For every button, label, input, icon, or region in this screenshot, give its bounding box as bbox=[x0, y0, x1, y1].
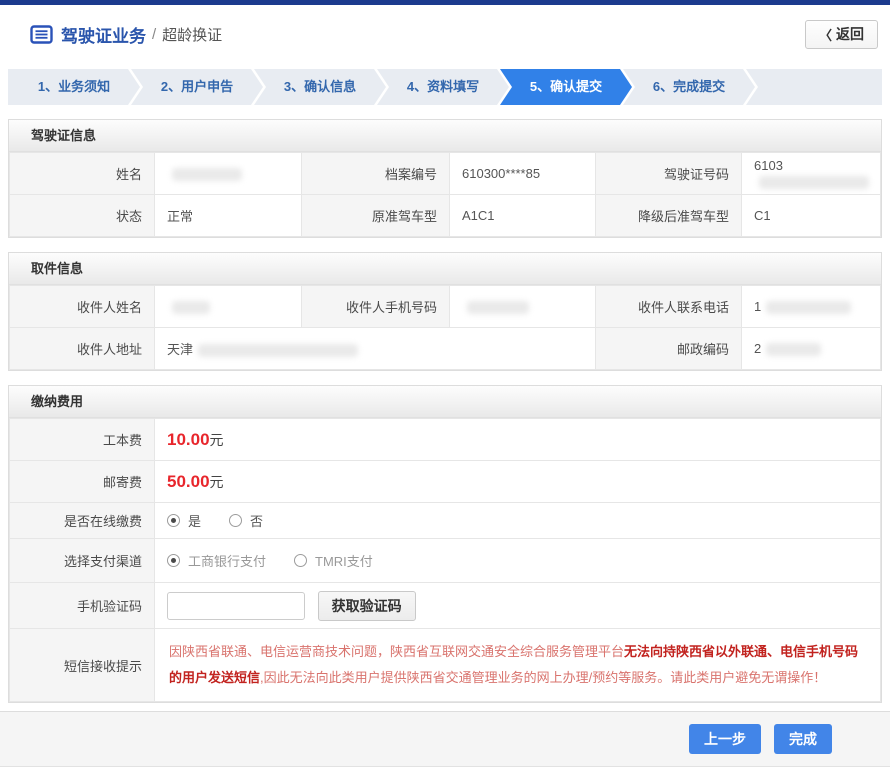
redacted-blur bbox=[759, 176, 869, 189]
field-value-license-number: 6103 bbox=[742, 153, 881, 195]
step-6-complete[interactable]: 6、完成提交 bbox=[623, 69, 755, 105]
table-row: 短信接收提示 因陕西省联通、电信运营商技术问题，陕西省互联网交通安全综合服务管理… bbox=[10, 629, 881, 702]
field-label: 状态 bbox=[10, 195, 155, 237]
sms-code-row: 获取验证码 bbox=[155, 583, 881, 629]
field-label: 姓名 bbox=[10, 153, 155, 195]
table-row: 是否在线缴费 是 否 bbox=[10, 503, 881, 539]
breadcrumb-current: 超龄换证 bbox=[162, 24, 222, 45]
table-row: 姓名 档案编号 610300****85 驾驶证号码 6103 bbox=[10, 153, 881, 195]
radio-online-no[interactable] bbox=[229, 514, 242, 527]
radio-label[interactable]: 工商银行支付 bbox=[188, 551, 266, 570]
page-title: 驾驶证业务 bbox=[61, 22, 146, 47]
field-label: 收件人姓名 bbox=[10, 286, 155, 328]
field-value-file-number: 610300****85 bbox=[450, 153, 596, 195]
pickup-info-table: 收件人姓名 收件人手机号码 收件人联系电话 1 收件人地址 天津 邮政编码 2 bbox=[9, 285, 881, 370]
field-value-status: 正常 bbox=[155, 195, 302, 237]
step-4-fill-data[interactable]: 4、资料填写 bbox=[377, 69, 509, 105]
field-value-production-fee: 10.00元 bbox=[155, 419, 881, 461]
redacted-blur bbox=[766, 343, 821, 356]
field-value-downgraded-class: C1 bbox=[742, 195, 881, 237]
payment-table: 工本费 10.00元 邮寄费 50.00元 是否在线缴费 是 否 选择支付渠道 bbox=[9, 418, 881, 702]
redacted-blur bbox=[172, 168, 242, 181]
field-label: 档案编号 bbox=[302, 153, 450, 195]
redacted-blur bbox=[198, 344, 358, 357]
field-label: 选择支付渠道 bbox=[10, 539, 155, 583]
step-5-confirm-submit[interactable]: 5、确认提交 bbox=[500, 69, 632, 105]
radio-label[interactable]: 否 bbox=[250, 511, 263, 530]
field-label: 邮寄费 bbox=[10, 461, 155, 503]
field-value-original-class: A1C1 bbox=[450, 195, 596, 237]
finish-button[interactable]: 完成 bbox=[774, 724, 832, 754]
redacted-blur bbox=[766, 301, 851, 314]
license-info-section: 驾驶证信息 姓名 档案编号 610300****85 驾驶证号码 6103 状态… bbox=[8, 119, 882, 238]
field-value-recipient-phone: 1 bbox=[742, 286, 881, 328]
field-label: 短信接收提示 bbox=[10, 629, 155, 702]
field-label: 手机验证码 bbox=[10, 583, 155, 629]
payment-channel-options: 工商银行支付 TMRI支付 bbox=[155, 539, 881, 583]
table-row: 状态 正常 原准驾车型 A1C1 降级后准驾车型 C1 bbox=[10, 195, 881, 237]
field-label: 收件人地址 bbox=[10, 328, 155, 370]
field-value-name bbox=[155, 153, 302, 195]
field-value-recipient-mobile bbox=[450, 286, 596, 328]
breadcrumb-separator: / bbox=[152, 26, 156, 43]
radio-channel-tmri[interactable] bbox=[294, 554, 307, 567]
table-row: 收件人姓名 收件人手机号码 收件人联系电话 1 bbox=[10, 286, 881, 328]
sms-notice-text: 因陕西省联通、电信运营商技术问题，陕西省互联网交通安全综合服务管理平台无法向持陕… bbox=[155, 629, 881, 702]
radio-online-yes[interactable] bbox=[167, 514, 180, 527]
page-header: 驾驶证业务 / 超龄换证 〈 返回 bbox=[0, 5, 890, 63]
field-value-mailing-fee: 50.00元 bbox=[155, 461, 881, 503]
table-row: 邮寄费 50.00元 bbox=[10, 461, 881, 503]
field-value-zip-code: 2 bbox=[742, 328, 881, 370]
get-code-button[interactable]: 获取验证码 bbox=[318, 591, 416, 621]
field-label: 邮政编码 bbox=[596, 328, 742, 370]
fee-amount: 50.00 bbox=[167, 472, 210, 491]
field-label: 降级后准驾车型 bbox=[596, 195, 742, 237]
table-row: 收件人地址 天津 邮政编码 2 bbox=[10, 328, 881, 370]
step-progress-bar: 1、业务须知 2、用户申告 3、确认信息 4、资料填写 5、确认提交 6、完成提… bbox=[0, 69, 890, 105]
redacted-blur bbox=[467, 301, 529, 314]
radio-channel-icbc[interactable] bbox=[167, 554, 180, 567]
field-value-recipient-name bbox=[155, 286, 302, 328]
field-label: 原准驾车型 bbox=[302, 195, 450, 237]
section-title: 取件信息 bbox=[9, 253, 881, 285]
field-label: 工本费 bbox=[10, 419, 155, 461]
step-bar-filler bbox=[746, 69, 882, 105]
field-label: 收件人联系电话 bbox=[596, 286, 742, 328]
field-value-recipient-address: 天津 bbox=[155, 328, 596, 370]
table-row: 手机验证码 获取验证码 bbox=[10, 583, 881, 629]
chevron-left-icon: 〈 bbox=[819, 25, 832, 44]
fee-unit: 元 bbox=[210, 474, 224, 490]
license-service-list-icon bbox=[30, 25, 53, 44]
previous-step-button[interactable]: 上一步 bbox=[689, 724, 761, 754]
section-title: 缴纳费用 bbox=[9, 386, 881, 418]
radio-label[interactable]: 是 bbox=[188, 511, 201, 530]
footer-action-bar: 上一步 完成 bbox=[0, 711, 890, 767]
sms-code-input[interactable] bbox=[167, 592, 305, 620]
section-title: 驾驶证信息 bbox=[9, 120, 881, 152]
payment-section: 缴纳费用 工本费 10.00元 邮寄费 50.00元 是否在线缴费 是 否 选择… bbox=[8, 385, 882, 703]
table-row: 选择支付渠道 工商银行支付 TMRI支付 bbox=[10, 539, 881, 583]
fee-unit: 元 bbox=[210, 432, 224, 448]
back-button[interactable]: 〈 返回 bbox=[805, 20, 878, 49]
online-payment-options: 是 否 bbox=[155, 503, 881, 539]
fee-amount: 10.00 bbox=[167, 430, 210, 449]
redacted-blur bbox=[172, 301, 210, 314]
step-2-declaration[interactable]: 2、用户申告 bbox=[131, 69, 263, 105]
radio-label[interactable]: TMRI支付 bbox=[315, 551, 373, 570]
pickup-info-section: 取件信息 收件人姓名 收件人手机号码 收件人联系电话 1 收件人地址 天津 邮政… bbox=[8, 252, 882, 371]
step-1-notice[interactable]: 1、业务须知 bbox=[8, 69, 140, 105]
field-label: 驾驶证号码 bbox=[596, 153, 742, 195]
field-label: 是否在线缴费 bbox=[10, 503, 155, 539]
back-button-label: 返回 bbox=[836, 24, 864, 44]
field-label: 收件人手机号码 bbox=[302, 286, 450, 328]
step-3-confirm-info[interactable]: 3、确认信息 bbox=[254, 69, 386, 105]
table-row: 工本费 10.00元 bbox=[10, 419, 881, 461]
license-info-table: 姓名 档案编号 610300****85 驾驶证号码 6103 状态 正常 原准… bbox=[9, 152, 881, 237]
